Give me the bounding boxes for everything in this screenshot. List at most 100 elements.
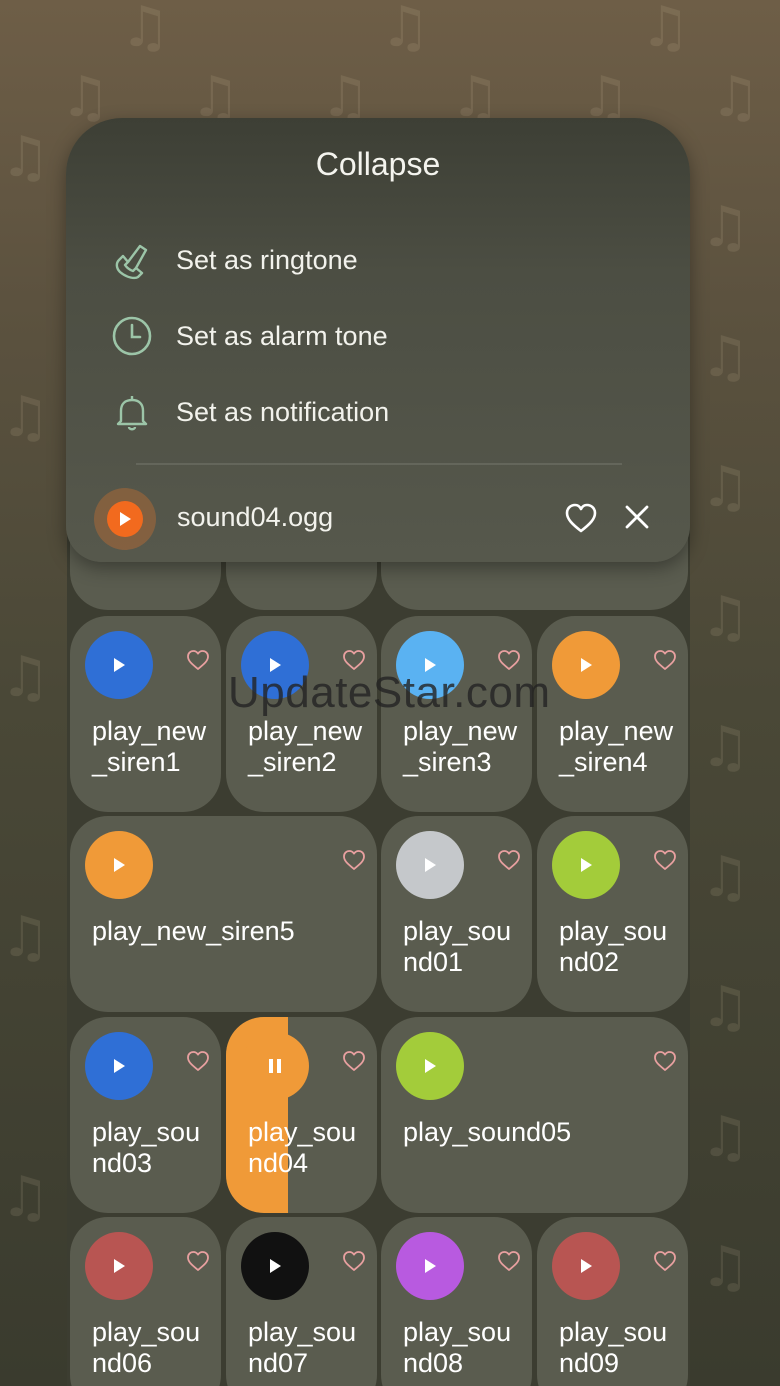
play-button[interactable] — [396, 1232, 464, 1300]
music-note-icon: ♫ — [0, 1165, 51, 1230]
favorite-heart-icon[interactable] — [652, 1249, 678, 1273]
play-icon — [425, 1059, 436, 1073]
favorite-heart-icon[interactable] — [496, 1249, 522, 1273]
play-icon — [581, 658, 592, 672]
music-note-icon: ♫ — [120, 0, 171, 60]
play-button[interactable] — [552, 631, 620, 699]
music-note-icon: ♫ — [0, 125, 51, 190]
set-notification-item[interactable]: Set as notification — [110, 384, 650, 440]
sound-tile[interactable]: play_sound02 — [537, 816, 688, 1012]
favorite-heart-icon[interactable] — [652, 1049, 678, 1073]
sound-tile[interactable]: play_sound06 — [70, 1217, 221, 1386]
music-note-icon: ♫ — [380, 0, 431, 60]
favorite-heart-icon[interactable] — [341, 1249, 367, 1273]
sound-tile-label: play_new_siren4 — [559, 716, 674, 777]
favorite-heart-icon[interactable] — [652, 848, 678, 872]
bell-icon — [116, 396, 148, 431]
sound-tile-label: play_sound05 — [403, 1117, 572, 1147]
heart-icon[interactable] — [564, 502, 598, 534]
sound-tile-label: play_new_siren2 — [248, 716, 363, 777]
sound-tile[interactable]: play_sound04 — [226, 1017, 377, 1213]
music-note-icon: ♫ — [0, 645, 51, 710]
play-button[interactable] — [85, 831, 153, 899]
favorite-heart-icon[interactable] — [185, 1049, 211, 1073]
sound-tile[interactable]: play_sound09 — [537, 1217, 688, 1386]
music-note-icon: ♫ — [700, 975, 751, 1040]
sound-tile-label: play_sound01 — [403, 916, 512, 977]
now-playing-filename: sound04.ogg — [177, 502, 334, 532]
music-note-icon: ♫ — [60, 65, 111, 130]
play-icon — [581, 1259, 592, 1273]
sound-tile-label: play_sound02 — [559, 916, 668, 977]
panel-divider — [136, 463, 622, 465]
play-icon — [114, 658, 125, 672]
music-note-icon: ♫ — [700, 325, 751, 390]
sound-tile[interactable]: play_sound05 — [381, 1017, 688, 1213]
play-icon — [270, 1259, 281, 1273]
music-note-icon: ♫ — [710, 65, 761, 130]
sound-grid: pcs 3f...3k2t22...made alarmsplay_new_si… — [67, 460, 690, 1386]
play-icon — [120, 512, 131, 526]
favorite-heart-icon[interactable] — [185, 648, 211, 672]
music-note-icon: ♫ — [700, 585, 751, 650]
play-icon — [425, 858, 436, 872]
set-ringtone-item[interactable]: Set as ringtone — [110, 232, 650, 288]
play-button[interactable] — [552, 1232, 620, 1300]
sound-tile[interactable]: play_sound08 — [381, 1217, 532, 1386]
collapse-button[interactable]: Collapse — [66, 146, 690, 183]
favorite-heart-icon[interactable] — [341, 1049, 367, 1073]
sound-tile[interactable]: play_sound01 — [381, 816, 532, 1012]
set-alarm-label: Set as alarm tone — [176, 320, 388, 351]
pause-icon — [269, 1059, 281, 1073]
play-button[interactable] — [85, 631, 153, 699]
sound-tile-label: play_new_siren5 — [92, 916, 295, 946]
pause-button[interactable] — [241, 1032, 309, 1100]
sound-tile[interactable]: play_sound07 — [226, 1217, 377, 1386]
sound-tile[interactable]: play_sound03 — [70, 1017, 221, 1213]
now-playing-play-button[interactable] — [94, 488, 156, 550]
music-note-icon: ♫ — [700, 195, 751, 260]
set-alarm-item[interactable]: Set as alarm tone — [110, 308, 650, 364]
play-button[interactable] — [85, 1232, 153, 1300]
sound-tile-label: play_new_siren1 — [92, 716, 207, 777]
sound-tile-label: play_sound09 — [559, 1317, 668, 1378]
play-button[interactable] — [552, 831, 620, 899]
sound-tile-label: play_new_siren3 — [403, 716, 518, 777]
play-icon — [425, 1259, 436, 1273]
music-note-icon: ♫ — [640, 0, 691, 60]
clock-icon — [112, 316, 152, 356]
music-note-icon: ♫ — [0, 385, 51, 450]
favorite-heart-icon[interactable] — [341, 848, 367, 872]
music-note-icon: ♫ — [700, 1105, 751, 1170]
favorite-heart-icon[interactable] — [185, 1249, 211, 1273]
sound-tile[interactable]: play_new_siren1 — [70, 616, 221, 812]
music-note-icon: ♫ — [700, 1235, 751, 1300]
sound-tile[interactable]: play_new_siren5 — [70, 816, 377, 1012]
sound-tile-label: play_sound03 — [92, 1117, 201, 1178]
favorite-heart-icon[interactable] — [652, 648, 678, 672]
close-icon[interactable] — [622, 502, 652, 532]
favorite-heart-icon[interactable] — [496, 848, 522, 872]
play-button[interactable] — [396, 831, 464, 899]
watermark: UpdateStar.com — [228, 668, 551, 717]
music-note-icon: ♫ — [700, 455, 751, 520]
sound-tile-label: play_sound08 — [403, 1317, 512, 1378]
set-notification-label: Set as notification — [176, 396, 390, 427]
play-button[interactable] — [85, 1032, 153, 1100]
play-icon — [581, 858, 592, 872]
sound-tile[interactable]: play_new_siren4 — [537, 616, 688, 812]
music-note-icon: ♫ — [700, 715, 751, 780]
play-icon — [114, 858, 125, 872]
now-playing-bar: sound04.ogg — [94, 488, 662, 552]
play-icon — [114, 1059, 125, 1073]
phone-icon — [115, 244, 148, 280]
music-note-icon: ♫ — [0, 905, 51, 970]
set-as-panel: Collapse Set as ringtone Set as alarm to… — [66, 118, 690, 562]
set-ringtone-label: Set as ringtone — [176, 244, 358, 275]
sound-tile-label: play_sound07 — [248, 1317, 357, 1378]
play-button[interactable] — [241, 1232, 309, 1300]
sound-tile-label: play_sound06 — [92, 1317, 201, 1378]
play-icon — [114, 1259, 125, 1273]
music-note-icon: ♫ — [700, 845, 751, 910]
play-button[interactable] — [396, 1032, 464, 1100]
